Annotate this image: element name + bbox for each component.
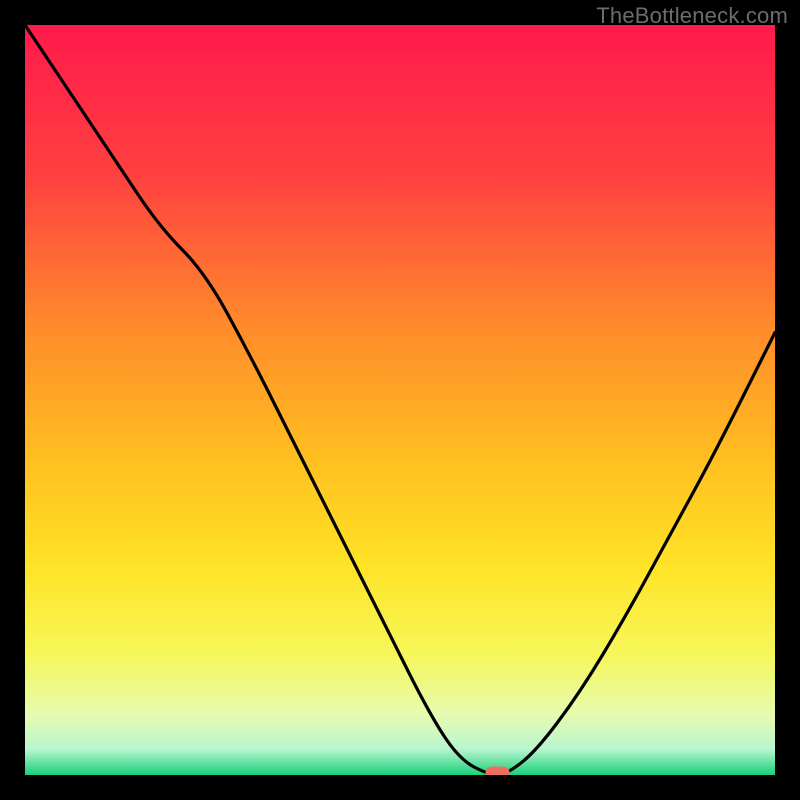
- chart-frame: TheBottleneck.com: [0, 0, 800, 800]
- watermark-text: TheBottleneck.com: [596, 3, 788, 29]
- bottleneck-chart: [25, 25, 775, 775]
- gradient-background: [25, 25, 775, 775]
- optimal-point-marker: [486, 767, 510, 776]
- plot-area: [25, 25, 775, 775]
